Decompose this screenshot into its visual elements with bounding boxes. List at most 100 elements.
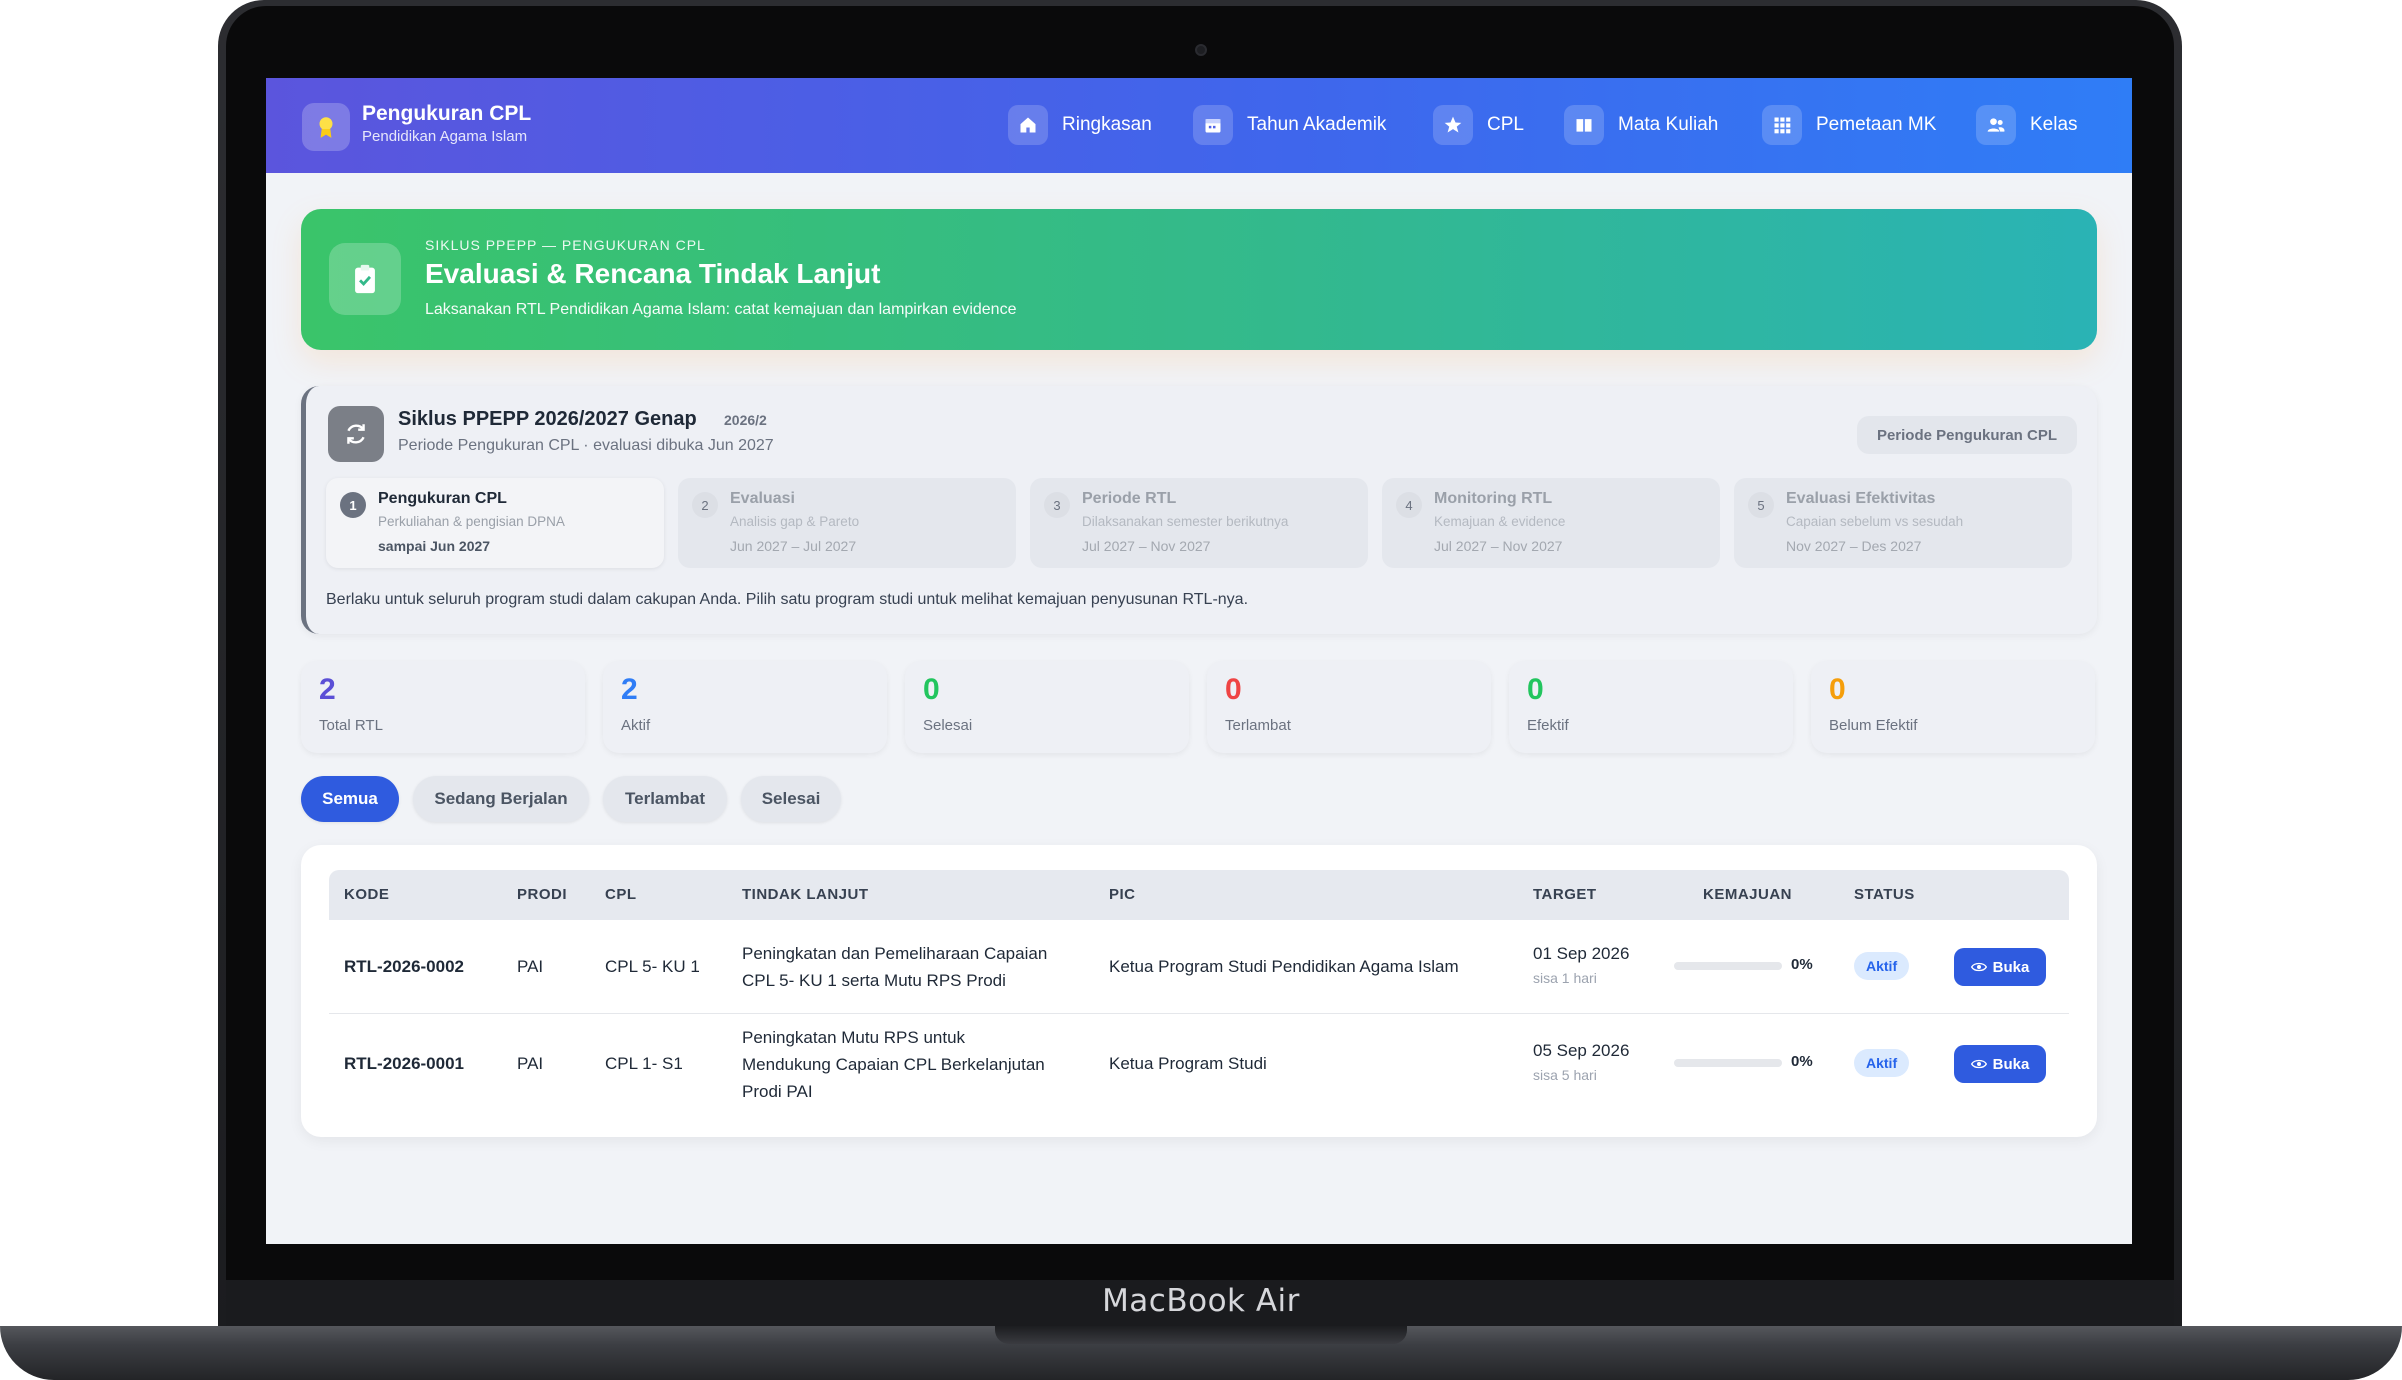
open-button[interactable]: Buka [1954, 948, 2046, 986]
column-header-tindak-lanjut: TINDAK LANJUT [742, 886, 869, 903]
step-description: Perkuliahan & pengisian DPNA [378, 514, 565, 529]
column-header-kode: KODE [344, 886, 390, 903]
step-description: Kemajuan & evidence [1434, 514, 1566, 529]
stat-label: Belum Efektif [1829, 717, 1918, 734]
column-header-status: STATUS [1854, 886, 1915, 903]
hero-banner: SIKLUS PPEPP — PENGUKURAN CPL Evaluasi &… [301, 209, 2097, 350]
table-row[interactable]: RTL-2026-0001 PAI CPL 1- S1 Peningkatan … [329, 1014, 2069, 1114]
open-button[interactable]: Buka [1954, 1045, 2046, 1083]
cycle-step-3[interactable]: 3 Periode RTL Dilaksanakan semester beri… [1030, 478, 1368, 568]
eye-icon [1970, 962, 1987, 972]
column-header-prodi: PRODI [517, 886, 568, 903]
column-header-cpl: CPL [605, 886, 637, 903]
cpl-cell: CPL 1- S1 [605, 1054, 683, 1073]
laptop-frame: MacBook Air Pengukuran CPL Pendidikan Ag… [0, 0, 2402, 1380]
step-date: sampai Jun 2027 [378, 538, 491, 554]
target-date: 05 Sep 2026 [1533, 1041, 1630, 1060]
cycle-step-5[interactable]: 5 Evaluasi Efektivitas Capaian sebelum v… [1734, 478, 2072, 568]
nav-item-ringkasan[interactable]: Ringkasan [1008, 102, 1152, 148]
step-number: 3 [1044, 492, 1070, 518]
open-button-label: Buka [1992, 958, 2030, 976]
nav-item-label: CPL [1487, 114, 1524, 135]
app-screen: Pengukuran CPL Pendidikan Agama Islam Ri… [266, 78, 2132, 1244]
stat-efektif: 0 Efektif [1509, 661, 1793, 753]
status-badge: Aktif [1854, 952, 1910, 980]
tindak-lanjut-line: Mendukung Capaian CPL Berkelanjutan [742, 1055, 1045, 1074]
eye-icon [1970, 1059, 1987, 1069]
nav-item-label: Kelas [2030, 114, 2078, 135]
nav-item-mata-kuliah[interactable]: Mata Kuliah [1564, 102, 1718, 148]
users-icon [1976, 105, 2016, 145]
table-row[interactable]: RTL-2026-0002 PAI CPL 5- KU 1 Peningkata… [329, 920, 2069, 1014]
rtl-code: RTL-2026-0001 [344, 1054, 465, 1073]
step-date: Jul 2027 – Nov 2027 [1434, 538, 1563, 554]
calendar-icon [1193, 105, 1233, 145]
cycle-note: Berlaku untuk seluruh program studi dala… [326, 591, 1249, 608]
clipboard-check-icon [329, 243, 401, 315]
step-name: Pengukuran CPL [378, 490, 507, 507]
progress-bar [1674, 1059, 1782, 1067]
stat-value: 0 [1527, 673, 1544, 706]
star-icon [1433, 105, 1473, 145]
stat-label: Aktif [621, 717, 651, 734]
page-title: Evaluasi & Rencana Tindak Lanjut [425, 258, 881, 289]
progress-label: 0% [1791, 1053, 1813, 1070]
nav-item-pemetaan-mk[interactable]: Pemetaan MK [1762, 102, 1936, 148]
filter-terlambat[interactable]: Terlambat [603, 776, 727, 822]
book-icon [1564, 105, 1604, 145]
rtl-table-card: KODE PRODI CPL TINDAK LANJUT PIC TARGET … [301, 845, 2097, 1137]
target-date: 01 Sep 2026 [1533, 944, 1630, 963]
progress-bar [1674, 962, 1782, 970]
stat-terlambat: 0 Terlambat [1207, 661, 1491, 753]
cycle-step-1[interactable]: 1 Pengukuran CPL Perkuliahan & pengisian… [326, 478, 664, 568]
target-remaining: sisa 1 hari [1533, 970, 1597, 986]
stat-value: 0 [923, 673, 940, 706]
nav-item-label: Mata Kuliah [1618, 114, 1719, 135]
step-name: Monitoring RTL [1434, 490, 1553, 507]
step-date: Nov 2027 – Des 2027 [1786, 538, 1922, 554]
step-date: Jul 2027 – Nov 2027 [1082, 538, 1211, 554]
target-remaining: sisa 5 hari [1533, 1067, 1597, 1083]
filter-selesai[interactable]: Selesai [741, 776, 841, 822]
award-icon [319, 117, 333, 138]
stat-label: Total RTL [319, 717, 383, 734]
cycle-title: Siklus PPEPP 2026/2027 Genap [398, 408, 697, 430]
stat-value: 0 [1829, 673, 1846, 706]
stat-selesai: 0 Selesai [905, 661, 1189, 753]
step-name: Evaluasi Efektivitas [1786, 490, 1936, 507]
laptop-notch [995, 1326, 1407, 1344]
progress-label: 0% [1791, 956, 1813, 973]
cycle-step-4[interactable]: 4 Monitoring RTL Kemajuan & evidence Jul… [1382, 478, 1720, 568]
hero-kicker: SIKLUS PPEPP — PENGUKURAN CPL [425, 237, 706, 253]
rtl-code: RTL-2026-0002 [344, 957, 465, 976]
nav-item-tahun-akademik[interactable]: Tahun Akademik [1193, 102, 1386, 148]
nav-item-kelas[interactable]: Kelas [1976, 102, 2078, 148]
step-number: 5 [1748, 492, 1774, 518]
nav-item-cpl[interactable]: CPL [1433, 102, 1524, 148]
cycle-card: Siklus PPEPP 2026/2027 Genap 2026/2 Peri… [301, 386, 2097, 634]
column-header-target: TARGET [1533, 886, 1597, 903]
step-number: 1 [340, 492, 366, 518]
stat-label: Efektif [1527, 717, 1569, 734]
filter-semua[interactable]: Semua [301, 776, 399, 822]
cycle-step-2[interactable]: 2 Evaluasi Analisis gap & Pareto Jun 202… [678, 478, 1016, 568]
home-icon [1008, 105, 1048, 145]
tindak-lanjut-cell: Peningkatan dan Pemeliharaan Capaian CPL… [742, 940, 1047, 994]
filter-sedang-berjalan[interactable]: Sedang Berjalan [413, 776, 589, 822]
stat-value: 2 [621, 673, 638, 706]
tindak-lanjut-line: Peningkatan Mutu RPS untuk [742, 1028, 966, 1047]
nav-item-label: Pemetaan MK [1816, 114, 1937, 135]
app-logo[interactable] [302, 103, 350, 151]
period-badge: Periode Pengukuran CPL [1856, 416, 2077, 454]
stat-label: Terlambat [1225, 717, 1291, 734]
step-name: Periode RTL [1082, 490, 1177, 507]
camera-icon [1195, 44, 1207, 56]
device-brand-label: MacBook Air [1102, 1283, 1300, 1319]
step-number: 2 [692, 492, 718, 518]
top-navbar: Pengukuran CPL Pendidikan Agama Islam Ri… [266, 78, 2132, 173]
refresh-icon [328, 406, 384, 462]
app-subtitle: Pendidikan Agama Islam [362, 128, 528, 145]
step-description: Dilaksanakan semester berikutnya [1082, 514, 1289, 529]
tindak-lanjut-line: CPL 5- KU 1 serta Mutu RPS Prodi [742, 971, 1006, 990]
app-title: Pengukuran CPL [362, 102, 532, 125]
